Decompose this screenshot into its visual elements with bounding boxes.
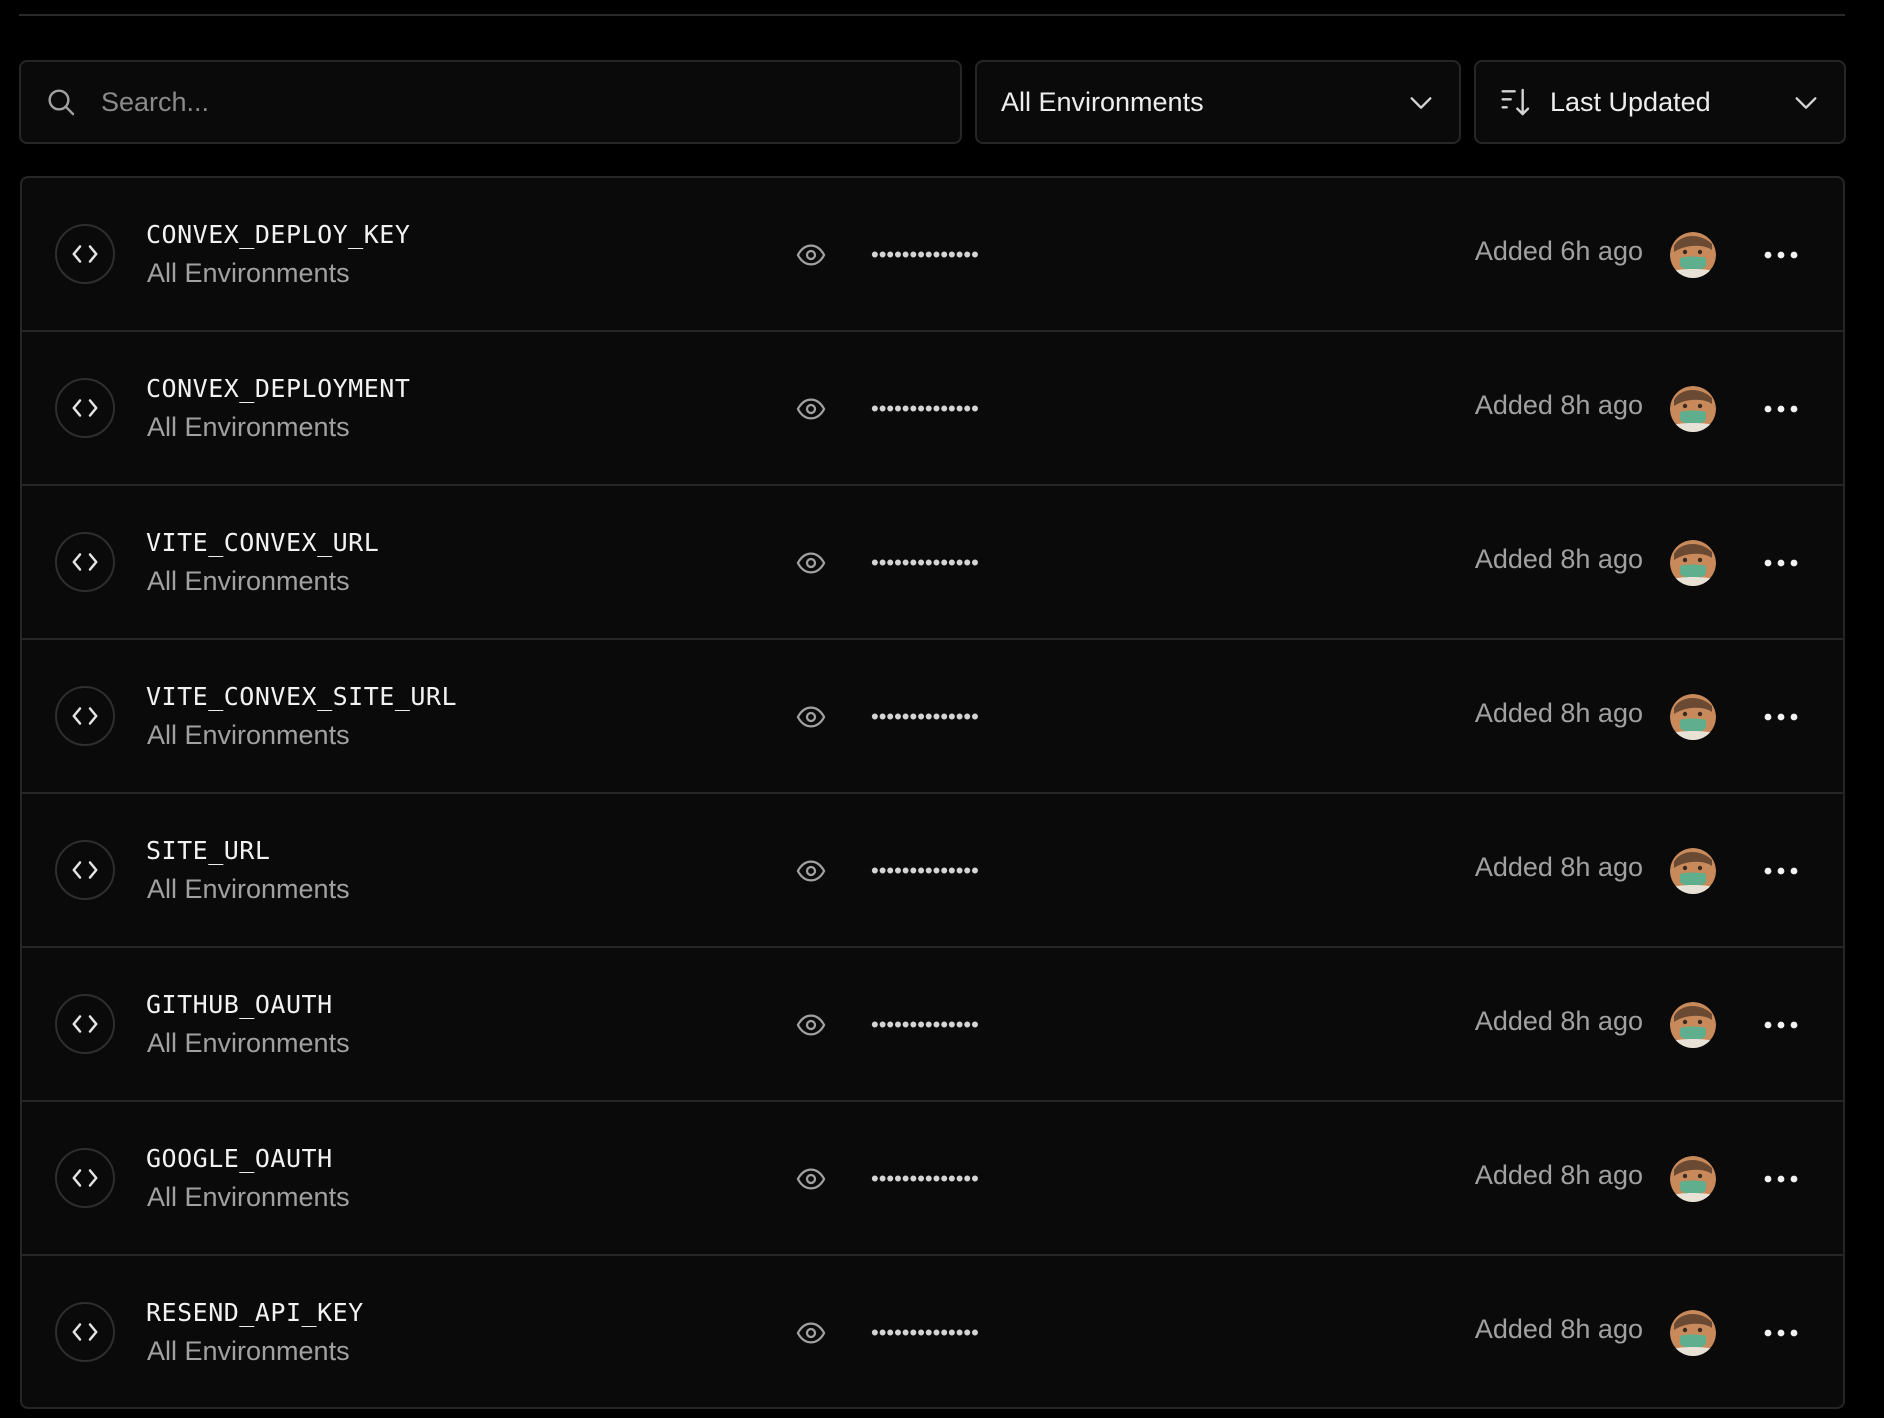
env-var-row[interactable]: VITE_CONVEX_URL All Environments •••••••… xyxy=(22,486,1843,640)
masked-value: •••••••••••••• xyxy=(871,704,979,729)
masked-value: •••••••••••••• xyxy=(871,858,979,883)
env-vars-page: All Environments Last Updated xyxy=(0,0,1884,1418)
sort-descending-icon xyxy=(1500,86,1532,118)
user-avatar[interactable] xyxy=(1670,848,1716,894)
env-var-environment: All Environments xyxy=(147,258,350,288)
env-var-row[interactable]: CONVEX_DEPLOY_KEY All Environments •••••… xyxy=(22,178,1843,332)
more-horizontal-icon[interactable] xyxy=(1759,390,1803,428)
masked-value: •••••••••••••• xyxy=(871,1320,979,1345)
env-var-name: GITHUB_OAUTH xyxy=(146,990,333,1019)
env-var-environment: All Environments xyxy=(147,1336,350,1366)
added-timestamp: Added 8h ago xyxy=(1474,544,1643,574)
env-var-row[interactable]: CONVEX_DEPLOYMENT All Environments •••••… xyxy=(22,332,1843,486)
user-avatar[interactable] xyxy=(1670,232,1716,278)
eye-icon[interactable] xyxy=(792,1008,830,1042)
code-icon xyxy=(55,224,115,284)
toolbar: All Environments Last Updated xyxy=(19,60,1846,144)
eye-icon[interactable] xyxy=(792,854,830,888)
masked-value: •••••••••••••• xyxy=(871,396,979,421)
user-avatar[interactable] xyxy=(1670,1156,1716,1202)
env-var-name: GOOGLE_OAUTH xyxy=(146,1144,333,1173)
masked-value: •••••••••••••• xyxy=(871,1012,979,1037)
masked-value: •••••••••••••• xyxy=(871,550,979,575)
more-horizontal-icon[interactable] xyxy=(1759,1160,1803,1198)
env-var-environment: All Environments xyxy=(147,412,350,442)
eye-icon[interactable] xyxy=(792,546,830,580)
env-var-name: VITE_CONVEX_SITE_URL xyxy=(146,682,458,711)
environment-filter-label: All Environments xyxy=(1001,86,1204,117)
env-var-environment: All Environments xyxy=(147,566,350,596)
more-horizontal-icon[interactable] xyxy=(1759,1006,1803,1044)
top-divider xyxy=(19,14,1845,16)
code-icon xyxy=(55,378,115,438)
env-var-environment: All Environments xyxy=(147,1028,350,1058)
more-horizontal-icon[interactable] xyxy=(1759,698,1803,736)
env-var-name: VITE_CONVEX_URL xyxy=(146,528,380,557)
chevron-down-icon xyxy=(1792,89,1820,117)
user-avatar[interactable] xyxy=(1670,386,1716,432)
more-horizontal-icon[interactable] xyxy=(1759,544,1803,582)
added-timestamp: Added 8h ago xyxy=(1474,852,1643,882)
eye-icon[interactable] xyxy=(792,392,830,426)
added-timestamp: Added 8h ago xyxy=(1474,1006,1643,1036)
eye-icon[interactable] xyxy=(792,238,830,272)
env-var-name: SITE_URL xyxy=(146,836,271,865)
code-icon xyxy=(55,1148,115,1208)
added-timestamp: Added 8h ago xyxy=(1474,390,1643,420)
env-var-row[interactable]: SITE_URL All Environments ••••••••••••••… xyxy=(22,794,1843,948)
more-horizontal-icon[interactable] xyxy=(1759,852,1803,890)
eye-icon[interactable] xyxy=(792,1316,830,1350)
eye-icon[interactable] xyxy=(792,700,830,734)
masked-value: •••••••••••••• xyxy=(871,1166,979,1191)
code-icon xyxy=(55,994,115,1054)
added-timestamp: Added 6h ago xyxy=(1474,236,1643,266)
env-var-name: RESEND_API_KEY xyxy=(146,1298,364,1327)
more-horizontal-icon[interactable] xyxy=(1759,1314,1803,1352)
added-timestamp: Added 8h ago xyxy=(1474,1314,1643,1344)
added-timestamp: Added 8h ago xyxy=(1474,1160,1643,1190)
search-input[interactable] xyxy=(101,72,921,132)
user-avatar[interactable] xyxy=(1670,1002,1716,1048)
user-avatar[interactable] xyxy=(1670,694,1716,740)
added-timestamp: Added 8h ago xyxy=(1474,698,1643,728)
search-box[interactable] xyxy=(19,60,962,144)
code-icon xyxy=(55,1302,115,1362)
eye-icon[interactable] xyxy=(792,1162,830,1196)
user-avatar[interactable] xyxy=(1670,1310,1716,1356)
env-var-name: CONVEX_DEPLOY_KEY xyxy=(146,220,411,249)
env-var-list: CONVEX_DEPLOY_KEY All Environments •••••… xyxy=(20,176,1845,1409)
env-var-environment: All Environments xyxy=(147,874,350,904)
search-icon xyxy=(43,84,79,120)
env-var-row[interactable]: RESEND_API_KEY All Environments ••••••••… xyxy=(22,1256,1843,1407)
code-icon xyxy=(55,532,115,592)
user-avatar[interactable] xyxy=(1670,540,1716,586)
chevron-down-icon xyxy=(1407,89,1435,117)
environment-filter-select[interactable]: All Environments xyxy=(975,60,1461,144)
code-icon xyxy=(55,686,115,746)
env-var-environment: All Environments xyxy=(147,1182,350,1212)
env-var-row[interactable]: GITHUB_OAUTH All Environments ••••••••••… xyxy=(22,948,1843,1102)
env-var-environment: All Environments xyxy=(147,720,350,750)
sort-label: Last Updated xyxy=(1550,86,1711,117)
env-var-name: CONVEX_DEPLOYMENT xyxy=(146,374,411,403)
code-icon xyxy=(55,840,115,900)
sort-select[interactable]: Last Updated xyxy=(1474,60,1846,144)
more-horizontal-icon[interactable] xyxy=(1759,236,1803,274)
env-var-row[interactable]: GOOGLE_OAUTH All Environments ••••••••••… xyxy=(22,1102,1843,1256)
env-var-row[interactable]: VITE_CONVEX_SITE_URL All Environments ••… xyxy=(22,640,1843,794)
masked-value: •••••••••••••• xyxy=(871,242,979,267)
